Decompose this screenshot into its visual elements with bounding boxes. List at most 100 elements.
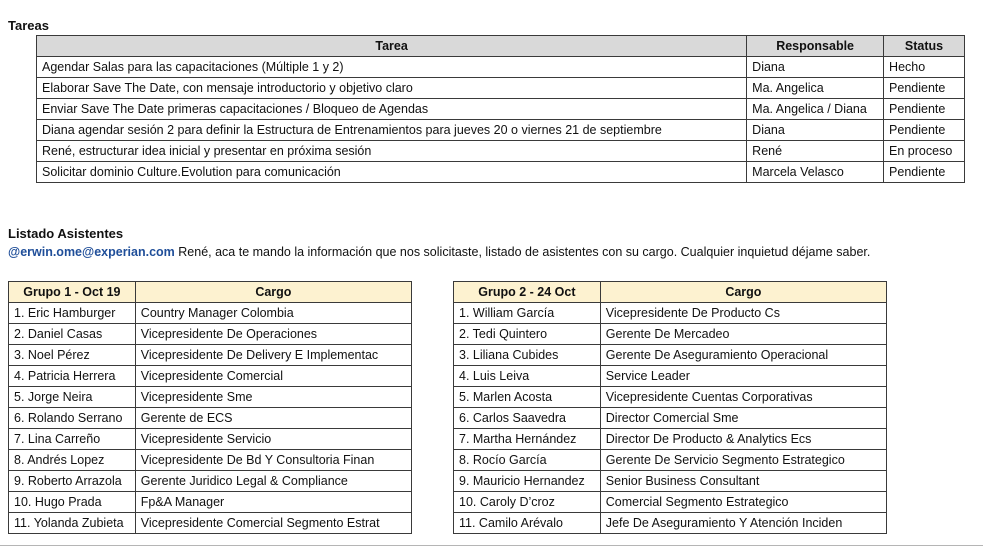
table-cell: 3. Noel Pérez <box>8 344 136 366</box>
table-cell: Comercial Segmento Estrategico <box>599 491 888 513</box>
table-cell: 2. Daniel Casas <box>8 323 136 345</box>
message-text: René, aca te mando la información que no… <box>174 245 871 259</box>
table-cell: Diana agendar sesión 2 para definir la E… <box>35 119 748 141</box>
table-cell: 6. Rolando Serrano <box>8 407 136 429</box>
table-row: 1. Eric Hamburger Country Manager Colombi… <box>8 302 413 324</box>
tareas-body: Agendar Salas para las capacitaciones (M… <box>35 56 965 183</box>
table-cell: Gerente de ECS <box>134 407 413 429</box>
column-header-responsable: Responsable <box>746 35 885 57</box>
table-cell: René <box>746 140 885 162</box>
table-cell: Vicepresidente De Operaciones <box>134 323 413 345</box>
table-cell: Hecho <box>883 56 965 78</box>
table-cell: 5. Marlen Acosta <box>453 386 601 408</box>
table-cell: 2. Tedi Quintero <box>453 323 601 345</box>
table-cell: Pendiente <box>883 161 965 183</box>
table-cell: René, estructurar idea inicial y present… <box>35 140 748 162</box>
table-row: 3. Liliana Cubides Gerente De Aseguramien… <box>453 344 888 366</box>
table-row: 7. Lina Carreño Vicepresidente Servicio <box>8 428 413 450</box>
table-row: 4. Patricia Herrera Vicepresidente Comerc… <box>8 365 413 387</box>
table-cell: Vicepresidente Sme <box>134 386 413 408</box>
column-header-status: Status <box>883 35 965 57</box>
table-row: Diana agendar sesión 2 para definir la E… <box>35 119 965 141</box>
table-header-row: Grupo 1 - Oct 19 Cargo <box>8 281 413 303</box>
table-row: 2. Tedi Quintero Gerente De Mercadeo <box>453 323 888 345</box>
bottom-divider <box>0 545 983 546</box>
table-cell: Gerente Juridico Legal & Compliance <box>134 470 413 492</box>
table-row: 7. Martha Hernández Director De Producto … <box>453 428 888 450</box>
table-cell: Pendiente <box>883 119 965 141</box>
table-cell: 1. Eric Hamburger <box>8 302 136 324</box>
table-cell: Vicepresidente Cuentas Corporativas <box>599 386 888 408</box>
table-row: 1. William García Vicepresidente De Produ… <box>453 302 888 324</box>
table-row: 6. Rolando Serrano Gerente de ECS <box>8 407 413 429</box>
table-cell: 5. Jorge Neira <box>8 386 136 408</box>
tareas-title: Tareas <box>8 18 49 33</box>
table-row: René, estructurar idea inicial y present… <box>35 140 965 162</box>
column-header-grupo2: Grupo 2 - 24 Oct <box>453 281 601 303</box>
table-cell: Solicitar dominio Culture.Evolution para… <box>35 161 748 183</box>
table-cell: Vicepresidente Comercial Segmento Estrat <box>134 512 413 534</box>
tareas-table: Tarea Responsable Status Agendar Salas p… <box>35 35 965 183</box>
table-cell: Vicepresidente De Delivery E Implementac <box>134 344 413 366</box>
grupo2-body: 1. William García Vicepresidente De Produ… <box>453 302 888 534</box>
table-cell: Enviar Save The Date primeras capacitaci… <box>35 98 748 120</box>
column-header-tarea: Tarea <box>35 35 748 57</box>
grupo1-table: Grupo 1 - Oct 19 Cargo 1. Eric Hamburger… <box>8 281 413 534</box>
table-cell: 8. Rocío García <box>453 449 601 471</box>
table-cell: Service Leader <box>599 365 888 387</box>
table-cell: Jefe De Aseguramiento Y Atención Inciden <box>599 512 888 534</box>
table-row: 5. Jorge Neira Vicepresidente Sme <box>8 386 413 408</box>
table-row: 10. Hugo Prada Fp&A Manager <box>8 491 413 513</box>
table-cell: 7. Lina Carreño <box>8 428 136 450</box>
table-row: 11. Camilo Arévalo Jefe De Aseguramiento … <box>453 512 888 534</box>
table-cell: 10. Caroly D’croz <box>453 491 601 513</box>
table-cell: 4. Patricia Herrera <box>8 365 136 387</box>
table-cell: 4. Luis Leiva <box>453 365 601 387</box>
table-cell: Gerente De Mercadeo <box>599 323 888 345</box>
table-cell: 10. Hugo Prada <box>8 491 136 513</box>
table-row: 2. Daniel Casas Vicepresidente De Operaci… <box>8 323 413 345</box>
table-row: 9. Roberto Arrazola Gerente Juridico Lega… <box>8 470 413 492</box>
table-cell: 9. Mauricio Hernandez <box>453 470 601 492</box>
column-header-cargo: Cargo <box>599 281 888 303</box>
table-cell: Gerente De Aseguramiento Operacional <box>599 344 888 366</box>
table-cell: Diana <box>746 119 885 141</box>
table-row: 4. Luis Leiva Service Leader <box>453 365 888 387</box>
table-row: Solicitar dominio Culture.Evolution para… <box>35 161 965 183</box>
table-cell: 11. Camilo Arévalo <box>453 512 601 534</box>
grupo2-table: Grupo 2 - 24 Oct Cargo 1. William García… <box>453 281 888 534</box>
table-cell: Pendiente <box>883 77 965 99</box>
mention-link[interactable]: @erwin.ome@experian.com <box>8 245 175 259</box>
table-cell: Director De Producto & Analytics Ecs <box>599 428 888 450</box>
table-cell: 3. Liliana Cubides <box>453 344 601 366</box>
table-header-row: Tarea Responsable Status <box>35 35 965 57</box>
table-row: Enviar Save The Date primeras capacitaci… <box>35 98 965 120</box>
table-row: 5. Marlen Acosta Vicepresidente Cuentas C… <box>453 386 888 408</box>
grupo1-body: 1. Eric Hamburger Country Manager Colombi… <box>8 302 413 534</box>
table-cell: Elaborar Save The Date, con mensaje intr… <box>35 77 748 99</box>
table-row: 6. Carlos Saavedra Director Comercial Sme <box>453 407 888 429</box>
table-row: 8. Rocío García Gerente De Servicio Segme… <box>453 449 888 471</box>
table-cell: Marcela Velasco <box>746 161 885 183</box>
table-cell: 6. Carlos Saavedra <box>453 407 601 429</box>
table-cell: Fp&A Manager <box>134 491 413 513</box>
table-row: 3. Noel Pérez Vicepresidente De Delivery … <box>8 344 413 366</box>
asistentes-message: @erwin.ome@experian.com René, aca te man… <box>8 245 870 259</box>
table-cell: Vicepresidente De Bd Y Consultoria Finan <box>134 449 413 471</box>
table-row: 8. Andrés Lopez Vicepresidente De Bd Y Co… <box>8 449 413 471</box>
table-cell: 7. Martha Hernández <box>453 428 601 450</box>
table-cell: En proceso <box>883 140 965 162</box>
table-row: Elaborar Save The Date, con mensaje intr… <box>35 77 965 99</box>
table-cell: Vicepresidente Servicio <box>134 428 413 450</box>
table-cell: 9. Roberto Arrazola <box>8 470 136 492</box>
table-row: 10. Caroly D’croz Comercial Segmento Estr… <box>453 491 888 513</box>
table-cell: Ma. Angelica / Diana <box>746 98 885 120</box>
table-row: 9. Mauricio Hernandez Senior Business Con… <box>453 470 888 492</box>
table-row: 11. Yolanda Zubieta Vicepresidente Comerc… <box>8 512 413 534</box>
table-cell: Pendiente <box>883 98 965 120</box>
table-cell: Ma. Angelica <box>746 77 885 99</box>
table-cell: Country Manager Colombia <box>134 302 413 324</box>
table-cell: 1. William García <box>453 302 601 324</box>
column-header-grupo1: Grupo 1 - Oct 19 <box>8 281 136 303</box>
table-cell: Vicepresidente Comercial <box>134 365 413 387</box>
